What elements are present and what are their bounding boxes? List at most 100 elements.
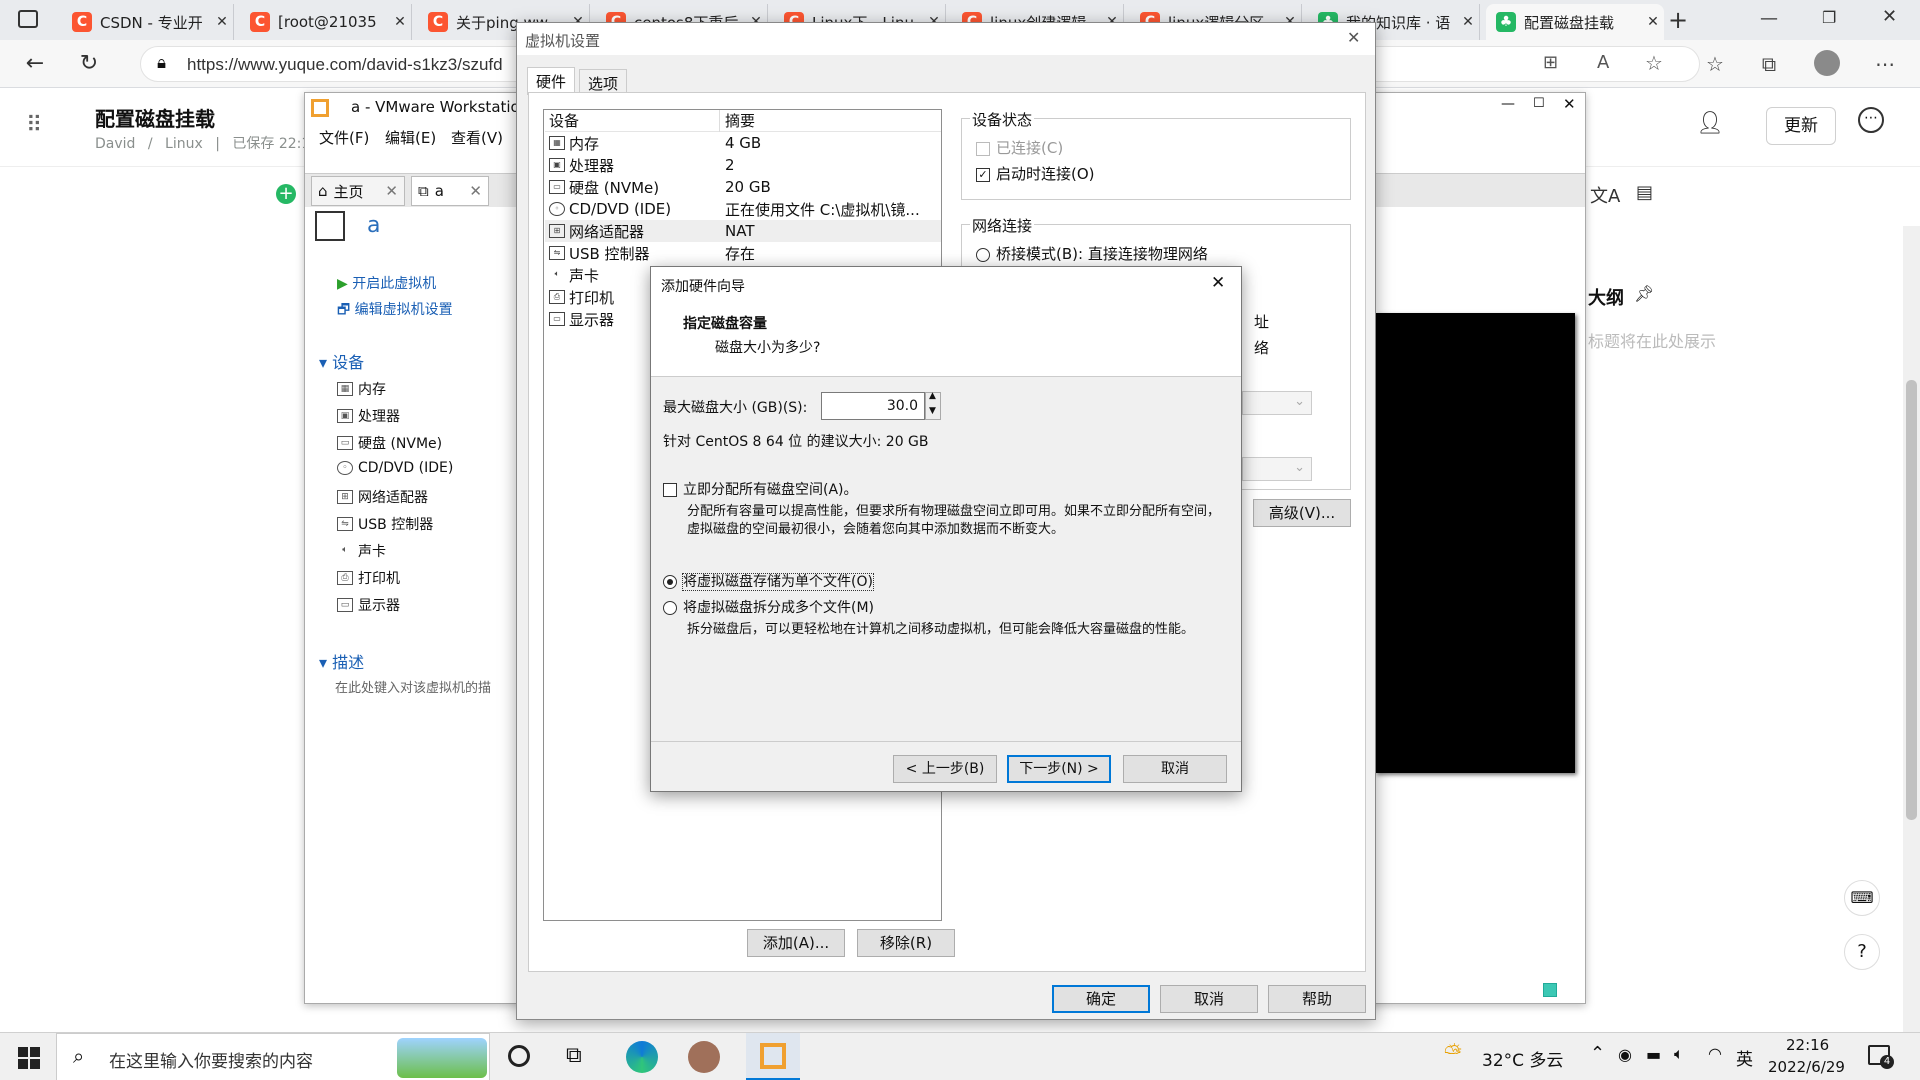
device-row-network[interactable]: ⊞ 网络适配器 NAT xyxy=(545,220,941,242)
vm-maximize-icon[interactable]: ☐ xyxy=(1533,96,1545,111)
apps-grid-icon[interactable]: ⠿ xyxy=(26,113,42,138)
favorites-icon[interactable]: ☆ xyxy=(1700,49,1730,79)
vmware-taskbar-icon[interactable] xyxy=(746,1033,800,1080)
cortana-icon[interactable] xyxy=(508,1045,530,1067)
browser-tab[interactable]: C [root@21035 ✕ xyxy=(240,4,412,40)
close-tab-icon[interactable]: ✕ xyxy=(469,182,482,200)
tab-hardware[interactable]: 硬件 xyxy=(527,67,576,95)
allocate-now-checkbox[interactable]: 立即分配所有磁盘空间(A)。 xyxy=(663,479,858,499)
browser-tab[interactable]: C CSDN - 专业开 ✕ xyxy=(62,4,234,40)
multi-file-radio[interactable]: 将虚拟磁盘拆分成多个文件(M) xyxy=(663,597,874,617)
new-tab-icon[interactable]: + xyxy=(1668,6,1688,34)
collections-icon[interactable]: ⧉ xyxy=(1754,49,1784,79)
device-disk[interactable]: ▭ 硬盘 (NVMe) xyxy=(337,433,442,453)
close-window-icon[interactable]: ✕ xyxy=(1882,6,1897,27)
pin-icon[interactable]: 📌︎ xyxy=(1634,284,1654,303)
clock-time[interactable]: 22:16 xyxy=(1786,1036,1829,1054)
close-tab-icon[interactable]: ✕ xyxy=(389,14,411,30)
update-button[interactable]: 更新 xyxy=(1766,107,1836,145)
more-icon[interactable]: ⋯ xyxy=(1870,49,1900,79)
device-sound[interactable]: 🔈︎ 声卡 xyxy=(337,541,386,561)
task-view-icon[interactable]: ⧉ xyxy=(566,1043,582,1068)
more-options-icon[interactable]: ⋯ xyxy=(1858,107,1884,133)
network-dropdown-1[interactable]: ⌄ xyxy=(1242,391,1312,415)
description-field[interactable]: 在此处键入对该虚拟机的描 xyxy=(335,677,515,696)
connected-checkbox[interactable]: 已连接(C) xyxy=(976,137,1063,158)
refresh-icon[interactable]: ↻ xyxy=(72,48,106,80)
read-aloud-icon[interactable]: A xyxy=(1597,52,1609,73)
tab-home[interactable]: ⌂ 主页 ✕ xyxy=(311,176,405,206)
back-icon[interactable]: ← xyxy=(18,48,52,80)
vm-close-icon[interactable]: ✕ xyxy=(1563,95,1576,113)
device-cdrom[interactable]: ◦ CD/DVD (IDE) xyxy=(337,460,453,476)
single-file-radio[interactable]: 将虚拟磁盘存储为单个文件(O) xyxy=(663,571,874,591)
ime-indicator[interactable]: 英 xyxy=(1736,1045,1753,1070)
wizard-close-icon[interactable]: ✕ xyxy=(1211,273,1225,293)
windows-start-icon[interactable] xyxy=(18,1047,40,1069)
close-tab-icon[interactable]: ✕ xyxy=(1457,14,1479,30)
device-row-cdrom[interactable]: ◦ CD/DVD (IDE) 正在使用文件 C:\虚拟机\镜... xyxy=(545,198,941,220)
notification-icon[interactable]: 4 xyxy=(1868,1045,1894,1069)
device-network[interactable]: ⊞ 网络适配器 xyxy=(337,487,428,507)
add-favorite-icon[interactable]: ☆ xyxy=(1645,51,1663,75)
close-tab-icon[interactable]: ✕ xyxy=(1642,14,1664,30)
device-usb[interactable]: ⇋ USB 控制器 xyxy=(337,514,433,534)
edge-icon[interactable] xyxy=(626,1041,658,1073)
add-doc-icon[interactable]: + xyxy=(276,184,296,204)
weather-text[interactable]: 32°C 多云 xyxy=(1482,1046,1563,1071)
tray-expand-icon[interactable]: ⌃ xyxy=(1590,1043,1605,1064)
vm-minimize-icon[interactable]: — xyxy=(1501,96,1515,112)
next-button[interactable]: 下一步(N) > xyxy=(1007,755,1111,783)
advanced-button[interactable]: 高级(V)... xyxy=(1253,499,1351,527)
ok-button[interactable]: 确定 xyxy=(1052,985,1150,1013)
device-printer[interactable]: ⎙ 打印机 xyxy=(337,568,400,588)
menu-file[interactable]: 文件(F) xyxy=(319,127,369,148)
tab-actions-icon[interactable] xyxy=(18,10,38,28)
close-tab-icon[interactable]: ✕ xyxy=(385,182,398,200)
disk-size-input[interactable]: 30.0 xyxy=(821,392,925,420)
network-dropdown-2[interactable]: ⌄ xyxy=(1242,457,1312,481)
device-row-disk[interactable]: ▭ 硬盘 (NVMe) 20 GB xyxy=(545,176,941,198)
vm-console-preview[interactable] xyxy=(1375,313,1575,773)
browser-tab-active[interactable]: ♣ 配置磁盘挂载 ✕ xyxy=(1486,4,1664,40)
add-hardware-button[interactable]: 添加(A)... xyxy=(747,929,845,957)
device-display[interactable]: ▭ 显示器 xyxy=(337,595,400,615)
keyboard-shortcut-icon[interactable]: ⌨ xyxy=(1844,880,1880,916)
description-section-header[interactable]: ▾ 描述 xyxy=(319,649,364,673)
doc-info-icon[interactable]: ▤ xyxy=(1636,182,1653,203)
scrollbar-thumb[interactable] xyxy=(1906,380,1917,820)
device-row-usb[interactable]: ⇋ USB 控制器 存在 xyxy=(545,242,941,264)
devices-section-header[interactable]: ▾ 设备 xyxy=(319,349,364,373)
breadcrumb-book[interactable]: Linux xyxy=(165,136,203,152)
app-available-icon[interactable]: ⊞ xyxy=(1543,52,1558,73)
stepper-up-icon[interactable]: ▲ xyxy=(929,391,936,401)
wifi-icon[interactable]: ◠ xyxy=(1708,1044,1722,1063)
breadcrumb-user[interactable]: David xyxy=(95,136,135,152)
url-text[interactable]: https://www.yuque.com/david-s1kz3/szufd xyxy=(187,55,503,75)
device-memory[interactable]: ▦ 内存 xyxy=(337,379,386,399)
battery-icon[interactable]: ▬ xyxy=(1646,1045,1661,1064)
help-button[interactable]: 帮助 xyxy=(1268,985,1366,1013)
cancel-button[interactable]: 取消 xyxy=(1160,985,1258,1013)
wizard-cancel-button[interactable]: 取消 xyxy=(1123,755,1227,783)
stepper-down-icon[interactable]: ▼ xyxy=(929,406,936,416)
app-icon[interactable] xyxy=(688,1041,720,1073)
clock-date[interactable]: 2022/6/29 xyxy=(1768,1058,1845,1076)
connect-on-start-checkbox[interactable]: ✓ 启动时连接(O) xyxy=(976,163,1095,184)
device-cpu[interactable]: ▣ 处理器 xyxy=(337,406,400,426)
volume-icon[interactable]: 🔈︎ xyxy=(1674,1044,1684,1064)
minimize-icon[interactable]: — xyxy=(1760,8,1778,29)
add-member-icon[interactable]: 👤︎ xyxy=(1696,111,1724,136)
help-icon[interactable]: ? xyxy=(1844,934,1880,970)
device-row-cpu[interactable]: ▣ 处理器 2 xyxy=(545,154,941,176)
profile-avatar[interactable] xyxy=(1814,50,1840,76)
close-tab-icon[interactable]: ✕ xyxy=(211,14,233,30)
remove-hardware-button[interactable]: 移除(R) xyxy=(857,929,955,957)
back-button[interactable]: < 上一步(B) xyxy=(893,755,997,783)
taskbar-search[interactable]: ⌕ 在这里输入你要搜索的内容 xyxy=(56,1033,490,1080)
maximize-icon[interactable]: ❐ xyxy=(1822,8,1836,27)
bridged-radio[interactable]: 桥接模式(B): 直接连接物理网络 xyxy=(976,243,1208,264)
power-on-link[interactable]: ▶ 开启此虚拟机 xyxy=(337,273,436,293)
edit-settings-link[interactable]: 🗗︎ 编辑虚拟机设置 xyxy=(337,299,453,323)
disk-size-stepper[interactable]: ▲ ▼ xyxy=(925,391,941,420)
